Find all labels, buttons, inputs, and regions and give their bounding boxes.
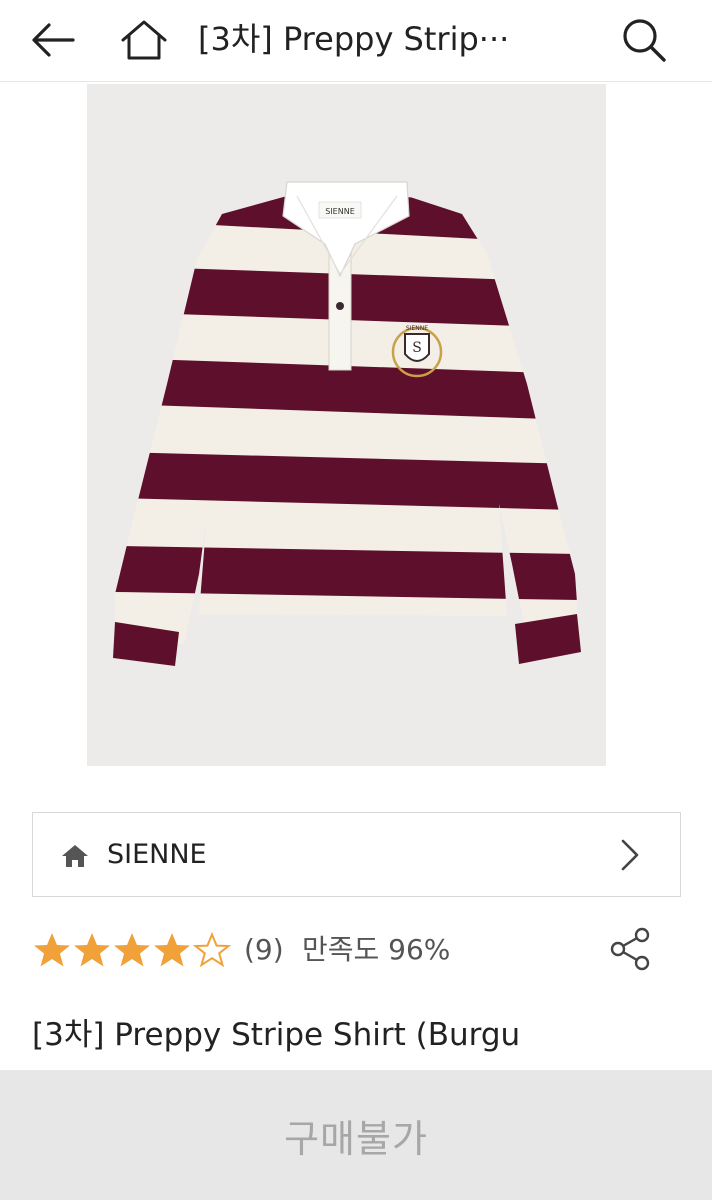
buy-button-label: 구매불가 [284,1116,428,1161]
star-filled-icon [34,933,70,967]
share-button[interactable] [608,926,654,972]
search-button[interactable] [614,0,674,80]
rating-row: (9) 만족도 96% [32,926,681,976]
star-filled-icon [114,933,150,967]
crest-text: SIENNE [406,325,428,332]
brand-shop-link[interactable]: SIENNE [32,812,681,897]
star-empty-icon [192,931,232,968]
back-arrow-icon [32,23,75,57]
neck-tag-text: SIENNE [325,207,355,216]
star-filled-icon [154,933,190,967]
page-title: [3차] Preppy Strip··· [198,20,510,58]
crest-monogram: S [412,340,422,356]
product-title: [3차] Preppy Stripe Shirt (Burgu [32,1017,521,1053]
brand-name: SIENNE [107,839,207,870]
search-icon [623,19,666,62]
striped-rugby-shirt-illustration: SIENNE S SIENNE [87,84,606,766]
star-filled-icon [74,933,110,967]
product-image[interactable]: SIENNE S SIENNE [87,84,606,766]
review-count[interactable]: (9) [244,930,284,970]
chevron-right-icon [621,839,639,871]
share-icon [610,927,650,971]
buy-button-disabled[interactable]: 구매불가 [0,1070,712,1200]
top-app-bar: [3차] Preppy Strip··· [0,0,712,82]
back-button[interactable] [22,0,82,80]
home-icon [121,20,167,60]
satisfaction-rate: 만족도 96% [302,933,451,966]
home-icon [62,845,88,867]
star-rating[interactable] [32,930,232,970]
home-button[interactable] [114,0,174,80]
